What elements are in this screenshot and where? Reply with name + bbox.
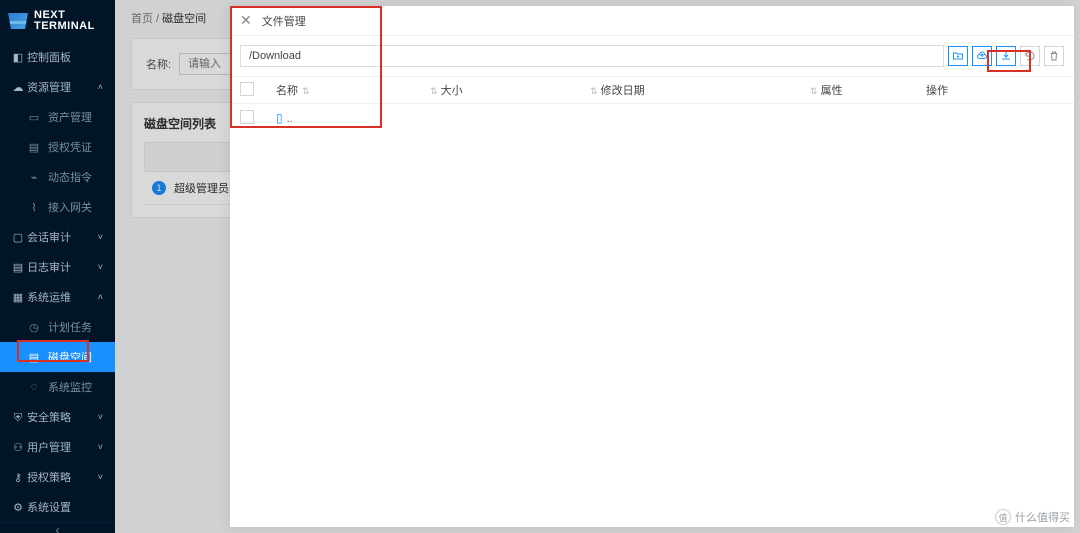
sort-icon: ⇅ — [302, 86, 310, 96]
file-row-up[interactable]: ▯.. — [230, 104, 1074, 132]
app-logo: NEXT TERMINAL — [0, 0, 115, 42]
download-button[interactable] — [996, 46, 1016, 66]
chevron-down-icon: ˅ — [98, 472, 103, 482]
file-name-cell[interactable]: ▯.. — [276, 111, 426, 125]
doc-icon: ▤ — [12, 261, 24, 274]
refresh-button[interactable] — [1020, 46, 1040, 66]
chevron-down-icon: ˅ — [98, 262, 103, 272]
sidebar-item-disk[interactable]: ▤ 磁盘空间 — [0, 342, 115, 372]
upload-button[interactable] — [972, 46, 992, 66]
sidebar-item-settings[interactable]: ⚙ 系统设置 — [0, 492, 115, 522]
col-action: 操作 — [926, 82, 1064, 98]
sidebar-item-users[interactable]: ⚇ 用户管理˅ — [0, 432, 115, 462]
sidebar: NEXT TERMINAL ◧ 控制面板 ☁ 资源管理˄ ▭ 资产管理 ▤ 授权… — [0, 0, 115, 533]
chevron-down-icon: ˅ — [98, 442, 103, 452]
cloud-icon: ☁ — [12, 81, 24, 94]
sidebar-item-credentials[interactable]: ▤ 授权凭证 — [0, 132, 115, 162]
sidebar-item-resources[interactable]: ☁ 资源管理˄ — [0, 72, 115, 102]
col-attr[interactable]: ⇅ 属性 — [806, 82, 926, 98]
sidebar-item-commands[interactable]: ⌁ 动态指令 — [0, 162, 115, 192]
sidebar-item-authz[interactable]: ⚷ 授权策略˅ — [0, 462, 115, 492]
watermark-icon: 值 — [995, 509, 1011, 525]
col-size[interactable]: ⇅ 大小 — [426, 82, 586, 98]
sidebar-item-monitor[interactable]: ◌ 系统监控 — [0, 372, 115, 402]
desktop-icon: ▭ — [28, 111, 40, 124]
user-icon: ⚇ — [12, 441, 24, 454]
sort-icon: ⇅ — [430, 86, 438, 96]
delete-button[interactable] — [1044, 46, 1064, 66]
chevron-down-icon: ˅ — [98, 232, 103, 242]
logo-icon — [8, 13, 28, 29]
row-checkbox[interactable] — [240, 110, 254, 124]
sort-icon: ⇅ — [810, 86, 818, 96]
close-icon[interactable]: ✕ — [240, 12, 252, 29]
select-all-checkbox[interactable] — [240, 82, 254, 96]
server-icon: ▦ — [12, 291, 24, 304]
search-icon: ◌ — [28, 381, 40, 393]
chevron-up-icon: ˄ — [98, 292, 103, 302]
sidebar-item-dashboard[interactable]: ◧ 控制面板 — [0, 42, 115, 72]
folder-plus-icon — [952, 50, 964, 62]
watermark: 值 什么值得买 — [995, 509, 1070, 525]
refresh-icon — [1024, 50, 1036, 62]
file-manager-modal: ✕ 文件管理 名称⇅ ⇅ 大小 ⇅ 修改日期 — [230, 6, 1074, 527]
sidebar-item-cron[interactable]: ◷ 计划任务 — [0, 312, 115, 342]
auth-icon: ⚷ — [12, 471, 24, 484]
sidebar-collapse[interactable]: ‹ — [0, 522, 115, 533]
gear-icon: ⚙ — [12, 501, 24, 514]
link-icon: ⌇ — [28, 201, 40, 214]
modal-header: ✕ 文件管理 — [230, 6, 1074, 36]
clock-icon: ◷ — [28, 321, 40, 334]
bolt-icon: ⌁ — [28, 171, 40, 184]
file-table-header: 名称⇅ ⇅ 大小 ⇅ 修改日期 ⇅ 属性 操作 — [230, 76, 1074, 104]
download-icon — [1000, 50, 1012, 62]
path-input[interactable] — [240, 45, 944, 67]
col-name[interactable]: 名称⇅ — [276, 82, 426, 98]
app-name: NEXT TERMINAL — [34, 10, 95, 32]
sort-icon: ⇅ — [590, 86, 598, 96]
key-icon: ▤ — [28, 141, 40, 154]
sidebar-item-security[interactable]: ⛨ 安全策略˅ — [0, 402, 115, 432]
chevron-up-icon: ˄ — [98, 82, 103, 92]
trash-icon — [1048, 50, 1060, 62]
watermark-text: 什么值得买 — [1015, 509, 1070, 525]
sidebar-item-gateway[interactable]: ⌇ 接入网关 — [0, 192, 115, 222]
new-folder-button[interactable] — [948, 46, 968, 66]
shield-icon: ⛨ — [12, 412, 24, 425]
sidebar-item-session-audit[interactable]: ▢ 会话审计˅ — [0, 222, 115, 252]
chat-icon: ▢ — [12, 231, 24, 244]
modal-title: 文件管理 — [262, 13, 306, 29]
disk-icon: ▤ — [28, 351, 40, 364]
sidebar-nav: ◧ 控制面板 ☁ 资源管理˄ ▭ 资产管理 ▤ 授权凭证 ⌁ 动态指令 ⌇ 接入… — [0, 42, 115, 522]
path-toolbar — [230, 36, 1074, 76]
dashboard-icon: ◧ — [12, 51, 24, 64]
sidebar-item-assets[interactable]: ▭ 资产管理 — [0, 102, 115, 132]
upload-icon — [976, 50, 988, 62]
sidebar-item-ops[interactable]: ▦ 系统运维˄ — [0, 282, 115, 312]
col-mtime[interactable]: ⇅ 修改日期 — [586, 82, 806, 98]
chevron-down-icon: ˅ — [98, 412, 103, 422]
sidebar-item-log-audit[interactable]: ▤ 日志审计˅ — [0, 252, 115, 282]
folder-icon: ▯ — [276, 111, 283, 125]
